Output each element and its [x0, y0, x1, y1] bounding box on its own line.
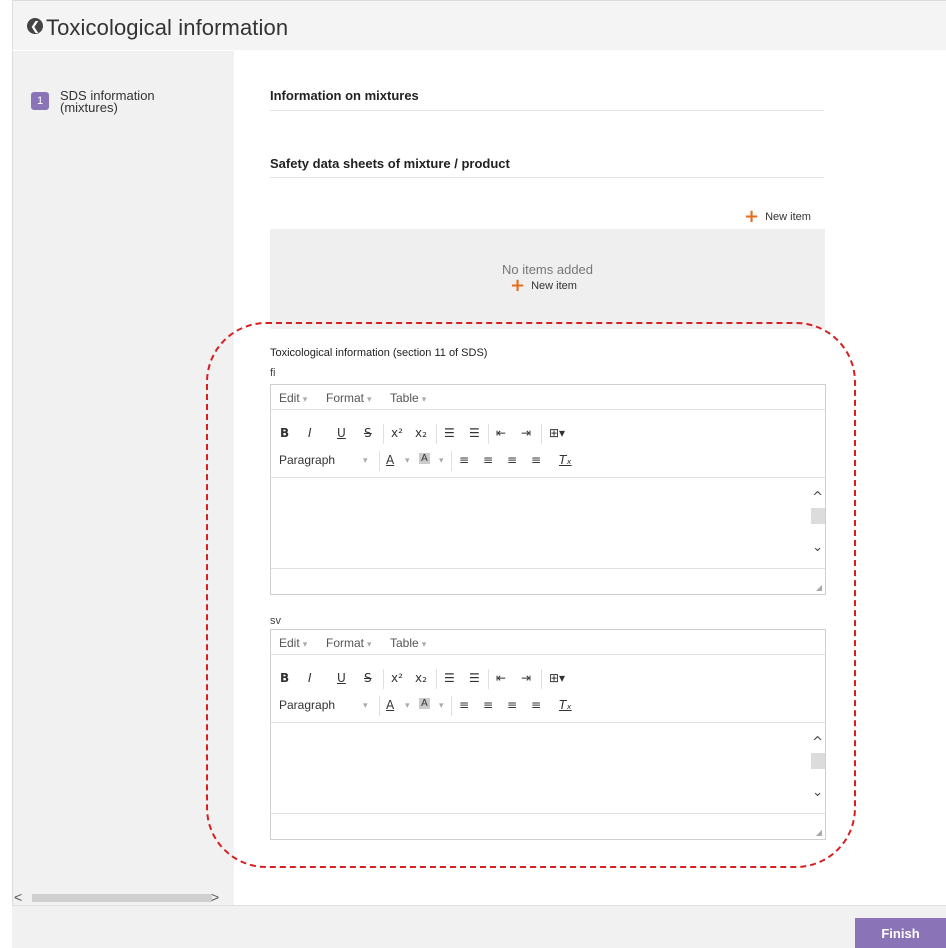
- page-title: Toxicological information: [46, 15, 289, 40]
- bold-icon[interactable]: B: [280, 671, 289, 685]
- scroll-down-icon[interactable]: ⌄: [812, 540, 823, 555]
- italic-icon[interactable]: I: [308, 426, 312, 440]
- chevron-down-icon[interactable]: ▾: [439, 456, 444, 466]
- empty-items-box: No items added + New item: [270, 229, 825, 329]
- scroll-right-icon[interactable]: >: [211, 889, 219, 905]
- numbered-list-icon[interactable]: ☰: [444, 671, 455, 685]
- chevron-down-icon[interactable]: ▾: [439, 701, 444, 711]
- formatting-toolbar-2: Paragraph ▾ A ▾ A ▾ ≡ ≡ ≡ ≡ Tₓ: [271, 694, 825, 719]
- scroll-thumb[interactable]: [811, 753, 825, 769]
- section-title-sds: Safety data sheets of mixture / product: [270, 156, 510, 171]
- background-color-icon[interactable]: A: [419, 453, 430, 464]
- superscript-icon[interactable]: x²: [391, 426, 403, 440]
- italic-icon[interactable]: I: [308, 671, 312, 685]
- numbered-list-icon[interactable]: ☰: [444, 426, 455, 440]
- formatting-toolbar: B I U S x² x₂ ☰ ☰ ⇤ ⇥ ⊞▾: [271, 667, 825, 692]
- align-right-icon[interactable]: ≡: [507, 453, 517, 467]
- align-justify-icon[interactable]: ≡: [531, 698, 541, 712]
- paragraph-select[interactable]: Paragraph: [279, 453, 335, 467]
- menu-table[interactable]: Table ▾: [390, 391, 426, 405]
- horizontal-scrollbar[interactable]: < >: [12, 889, 234, 905]
- chevron-down-icon[interactable]: ▾: [363, 456, 368, 466]
- clear-formatting-icon[interactable]: Tₓ: [559, 453, 572, 467]
- strikethrough-icon[interactable]: S: [364, 426, 372, 440]
- new-item-button-inline[interactable]: + New item: [510, 275, 577, 296]
- sidebar: 1 SDS information (mixtures): [12, 51, 234, 905]
- outdent-icon[interactable]: ⇤: [496, 426, 506, 440]
- menu-format[interactable]: Format ▾: [326, 636, 372, 650]
- superscript-icon[interactable]: x²: [391, 671, 403, 685]
- table-icon[interactable]: ⊞▾: [549, 426, 565, 440]
- underline-icon[interactable]: U: [337, 671, 346, 685]
- finish-button[interactable]: Finish: [855, 918, 946, 948]
- align-left-icon[interactable]: ≡: [459, 453, 469, 467]
- new-item-button[interactable]: + New item: [744, 206, 811, 227]
- subscript-icon[interactable]: x₂: [415, 671, 427, 685]
- main-content: Information on mixtures Safety data shee…: [234, 51, 946, 905]
- scroll-left-icon[interactable]: <: [14, 889, 22, 905]
- plus-icon: +: [744, 206, 760, 227]
- language-label-fi: fi: [270, 367, 276, 379]
- outdent-icon[interactable]: ⇤: [496, 671, 506, 685]
- bullet-list-icon[interactable]: ☰: [469, 426, 480, 440]
- plus-icon: +: [510, 275, 526, 296]
- rich-text-editor-fi: Edit ▾ Format ▾ Table ▾ B I U S x² x₂ ☰ ☰ ⇤…: [270, 384, 826, 595]
- table-icon[interactable]: ⊞▾: [549, 671, 565, 685]
- subscript-icon[interactable]: x₂: [415, 426, 427, 440]
- editor-content-area[interactable]: ^ ⌄: [271, 477, 825, 568]
- editor-statusbar: ◢: [271, 813, 825, 839]
- editor-content-area[interactable]: ^ ⌄: [271, 722, 825, 813]
- text-color-icon[interactable]: A: [386, 453, 394, 467]
- toxicological-info-label: Toxicological information (section 11 of…: [270, 347, 488, 359]
- bullet-list-icon[interactable]: ☰: [469, 671, 480, 685]
- formatting-toolbar: B I U S x² x₂ ☰ ☰ ⇤ ⇥ ⊞▾: [271, 422, 825, 447]
- scroll-thumb[interactable]: [811, 508, 825, 524]
- page-header: ❮ Toxicological information: [12, 0, 946, 50]
- paragraph-select[interactable]: Paragraph: [279, 698, 335, 712]
- scroll-down-icon[interactable]: ⌄: [812, 785, 823, 800]
- editor-menubar: Edit ▾ Format ▾ Table ▾: [271, 630, 825, 655]
- footer-bar: Finish: [12, 905, 946, 948]
- align-center-icon[interactable]: ≡: [483, 698, 493, 712]
- resize-handle-icon[interactable]: ◢: [816, 583, 822, 592]
- formatting-toolbar-2: Paragraph ▾ A ▾ A ▾ ≡ ≡ ≡ ≡ Tₓ: [271, 449, 825, 474]
- back-icon[interactable]: ❮: [27, 18, 43, 34]
- bold-icon[interactable]: B: [280, 426, 289, 440]
- new-item-label: New item: [765, 211, 811, 223]
- underline-icon[interactable]: U: [337, 426, 346, 440]
- editor-statusbar: ◢: [271, 568, 825, 594]
- section-title-mixtures: Information on mixtures: [270, 88, 419, 103]
- align-right-icon[interactable]: ≡: [507, 698, 517, 712]
- indent-icon[interactable]: ⇥: [521, 426, 531, 440]
- chevron-down-icon[interactable]: ▾: [405, 456, 410, 466]
- scroll-up-icon[interactable]: ^: [812, 735, 823, 750]
- strikethrough-icon[interactable]: S: [364, 671, 372, 685]
- chevron-down-icon[interactable]: ▾: [363, 701, 368, 711]
- clear-formatting-icon[interactable]: Tₓ: [559, 698, 572, 712]
- resize-handle-icon[interactable]: ◢: [816, 828, 822, 837]
- chevron-down-icon[interactable]: ▾: [405, 701, 410, 711]
- divider: [270, 177, 824, 178]
- align-center-icon[interactable]: ≡: [483, 453, 493, 467]
- editor-menubar: Edit ▾ Format ▾ Table ▾: [271, 385, 825, 410]
- align-left-icon[interactable]: ≡: [459, 698, 469, 712]
- language-label-sv: sv: [270, 615, 281, 627]
- menu-edit[interactable]: Edit ▾: [279, 391, 307, 405]
- scroll-up-icon[interactable]: ^: [812, 490, 823, 505]
- indent-icon[interactable]: ⇥: [521, 671, 531, 685]
- new-item-label: New item: [531, 280, 577, 292]
- step-number-badge: 1: [31, 92, 49, 110]
- sidebar-step-label: SDS information (mixtures): [60, 88, 155, 115]
- rich-text-editor-sv: Edit ▾ Format ▾ Table ▾ B I U S x² x₂ ☰ ☰ ⇤…: [270, 629, 826, 840]
- menu-table[interactable]: Table ▾: [390, 636, 426, 650]
- menu-edit[interactable]: Edit ▾: [279, 636, 307, 650]
- divider: [270, 110, 824, 111]
- menu-format[interactable]: Format ▾: [326, 391, 372, 405]
- align-justify-icon[interactable]: ≡: [531, 453, 541, 467]
- scroll-thumb[interactable]: [32, 894, 212, 902]
- text-color-icon[interactable]: A: [386, 698, 394, 712]
- background-color-icon[interactable]: A: [419, 698, 430, 709]
